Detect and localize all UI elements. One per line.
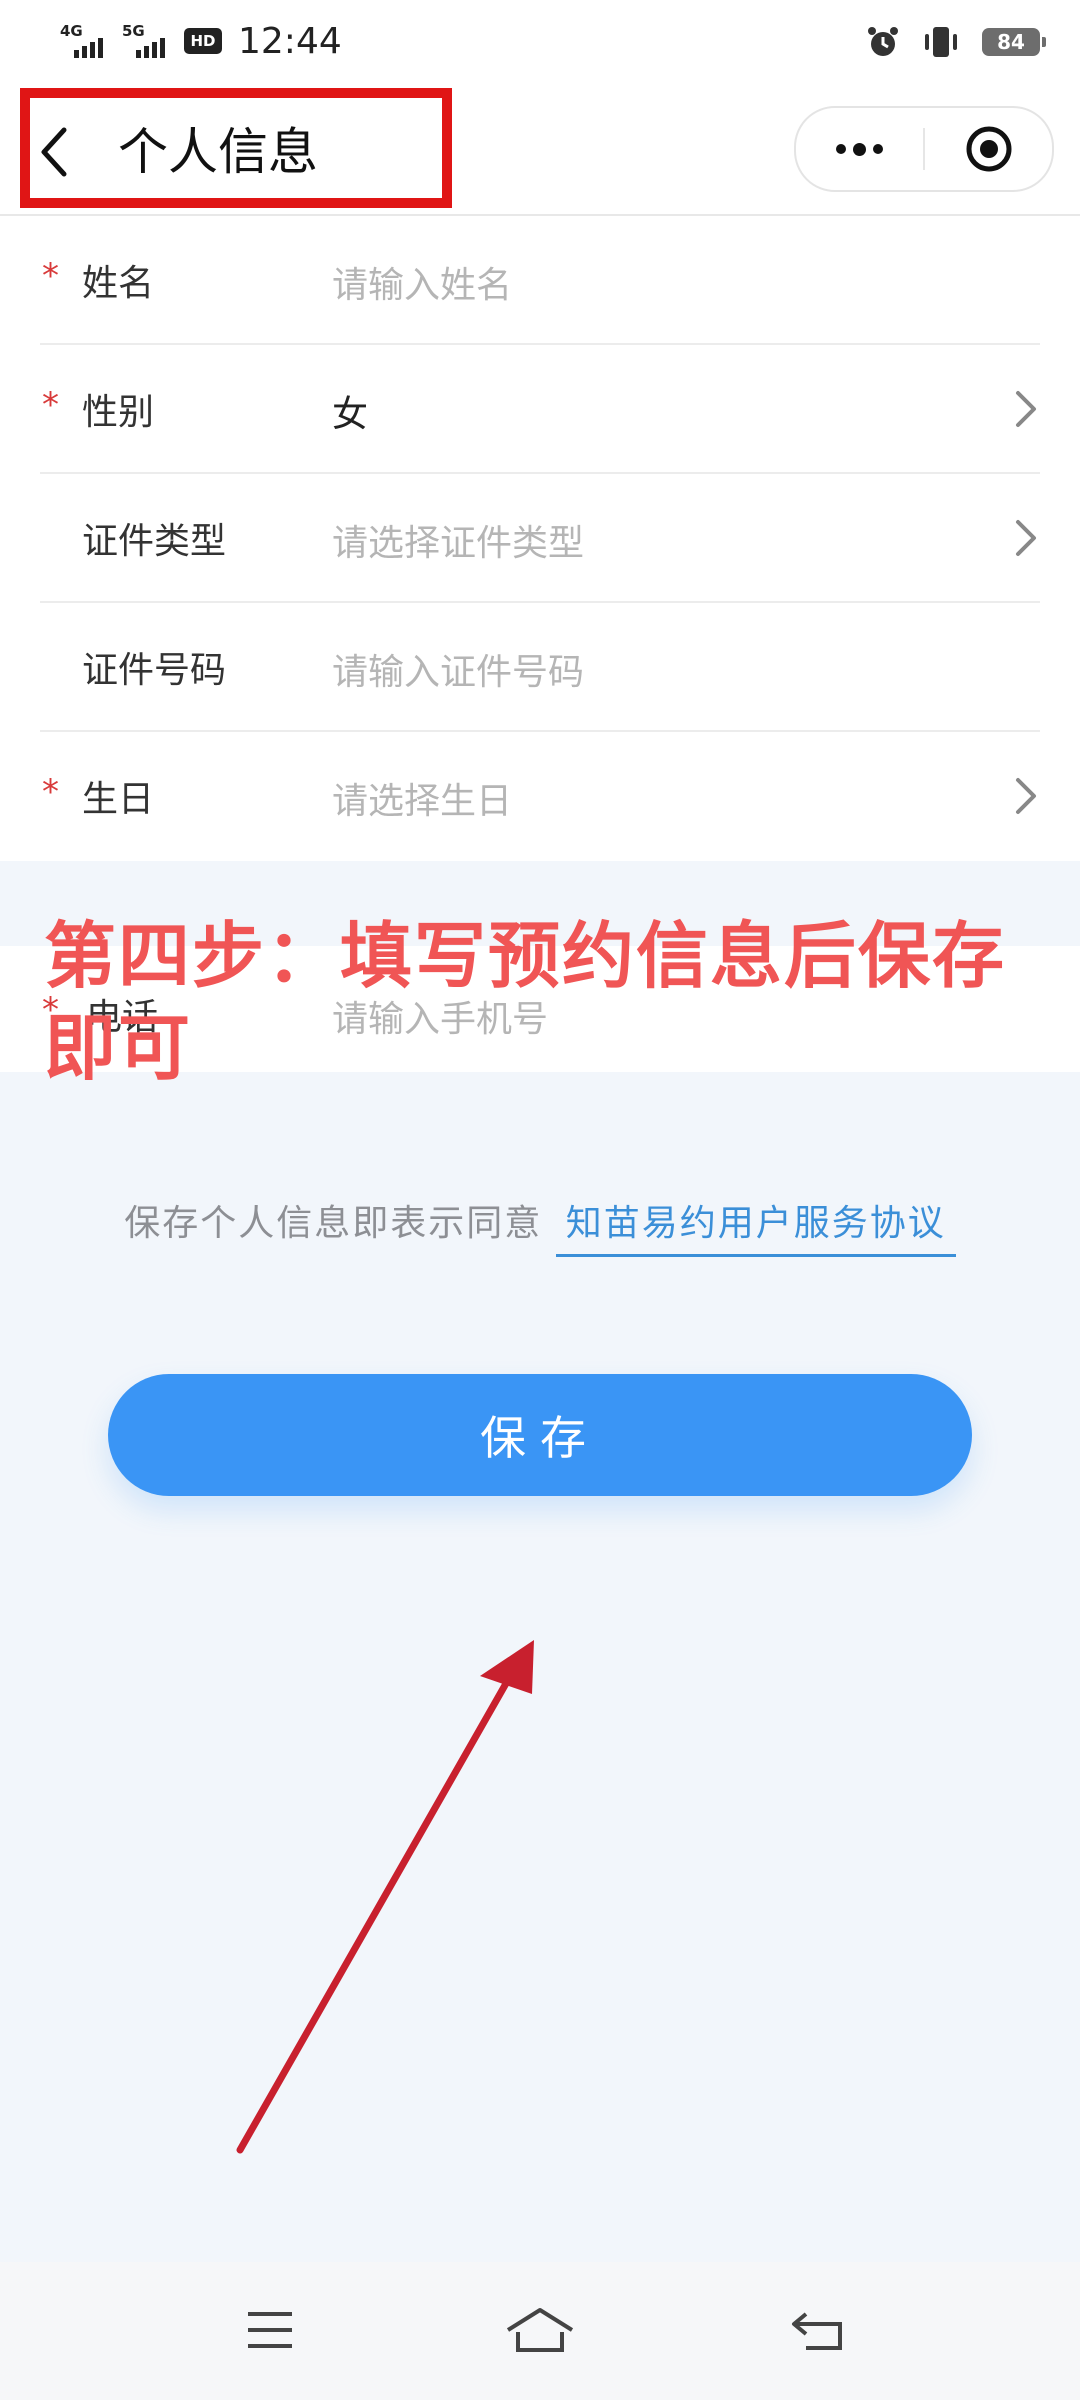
- mini-program-capsule: [794, 106, 1054, 192]
- chevron-right-icon: [1016, 778, 1036, 814]
- gender-select[interactable]: 女: [332, 385, 368, 437]
- clock-time: 12:44: [238, 20, 342, 62]
- save-button[interactable]: 保存: [108, 1374, 972, 1496]
- required-mark: *: [42, 385, 59, 425]
- agreement-prefix: 保存个人信息即表示同意: [124, 1203, 543, 1244]
- menu-lines-icon[interactable]: [230, 2300, 310, 2360]
- birthday-select[interactable]: 请选择生日: [332, 772, 512, 824]
- alarm-icon: [868, 27, 898, 56]
- system-nav-bar: [0, 2262, 1080, 2400]
- form-row-gender[interactable]: * 性别 女: [0, 345, 1080, 474]
- field-label: 证件号码: [82, 650, 227, 691]
- battery-icon: 84: [982, 28, 1046, 56]
- field-label: 性别: [82, 392, 155, 433]
- name-input[interactable]: 请输入姓名: [332, 256, 512, 308]
- return-icon[interactable]: [780, 2300, 860, 2360]
- signal-5g-icon: 5G: [122, 22, 174, 58]
- agreement-text: 保存个人信息即表示同意 知苗易约用户服务协议: [0, 1194, 1080, 1257]
- form-row-id-type[interactable]: 证件类型 请选择证件类型: [0, 474, 1080, 603]
- field-label: 姓名: [82, 263, 155, 304]
- more-dots-icon[interactable]: [796, 108, 923, 190]
- hd-voice-icon: HD: [184, 28, 222, 54]
- field-label: 证件类型: [82, 521, 227, 562]
- signal-4g-icon: 4G: [60, 22, 112, 58]
- form-row-name[interactable]: * 姓名 请输入姓名: [0, 216, 1080, 345]
- status-right: 84: [866, 22, 1046, 62]
- form-row-birthday[interactable]: * 生日 请选择生日: [0, 732, 1080, 861]
- chevron-right-icon: [1016, 520, 1036, 556]
- status-left: 4G 5G HD 12:44: [60, 16, 342, 66]
- id-type-select[interactable]: 请选择证件类型: [332, 514, 584, 566]
- id-number-input[interactable]: 请输入证件号码: [332, 643, 584, 695]
- close-mini-program-button[interactable]: [925, 108, 1052, 190]
- chevron-right-icon: [1016, 391, 1036, 427]
- required-mark: *: [42, 256, 59, 296]
- annotation-caption: 第四步：填写预约信息后保存即可: [44, 914, 1007, 1090]
- annotation-highlight-box: [20, 88, 452, 208]
- personal-info-form: * 姓名 请输入姓名 * 性别 女 证件类型 请选择证件类型 证件号码 请输入证…: [0, 216, 1080, 861]
- required-mark: *: [42, 772, 59, 812]
- target-circle-icon: [966, 126, 1011, 172]
- service-agreement-link[interactable]: 知苗易约用户服务协议: [555, 1203, 956, 1257]
- form-row-id-number[interactable]: 证件号码 请输入证件号码: [0, 603, 1080, 732]
- vibrate-icon: [925, 27, 957, 57]
- home-icon[interactable]: [500, 2300, 580, 2360]
- status-bar: 4G 5G HD 12:44 84: [0, 0, 1080, 82]
- field-label: 生日: [82, 779, 155, 820]
